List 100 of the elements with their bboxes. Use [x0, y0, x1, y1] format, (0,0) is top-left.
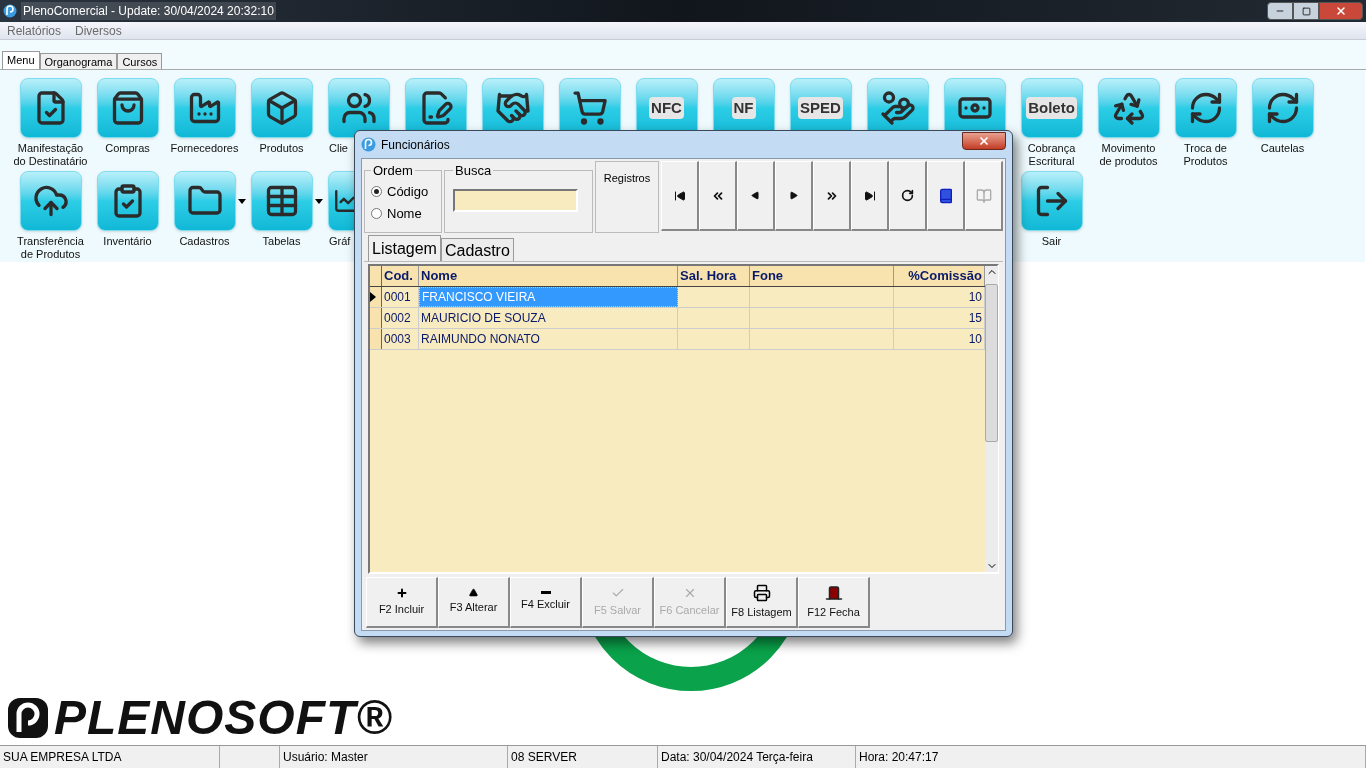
tile-label[interactable]: Fornecedores: [170, 142, 239, 155]
navigator-button[interactable]: [851, 161, 889, 231]
column-header[interactable]: Fone: [752, 266, 784, 286]
brand-logo-text: PLENOSOFT®: [54, 693, 393, 743]
tile-button[interactable]: [1097, 78, 1160, 138]
tile-icon-text: SPED: [798, 96, 843, 120]
tab[interactable]: Listagem: [368, 235, 441, 261]
first-icon: [673, 189, 686, 202]
tile-button[interactable]: [1251, 78, 1314, 138]
tile-label[interactable]: Sair: [1041, 235, 1062, 248]
tile-label[interactable]: Cadastros: [179, 235, 230, 248]
tile-label[interactable]: Manifestação do Destinatário: [13, 142, 88, 168]
minus-icon: [540, 591, 551, 595]
tile-label[interactable]: Produtos: [259, 142, 304, 155]
tile-button[interactable]: [1174, 78, 1237, 138]
tile-button[interactable]: [1020, 171, 1083, 231]
radio-button[interactable]: [371, 186, 382, 197]
tile-button[interactable]: [19, 171, 82, 231]
close-button[interactable]: [962, 131, 1006, 150]
open-book-icon: [975, 187, 992, 204]
menu-item[interactable]: Diversos: [75, 21, 122, 40]
app-logo-icon: [3, 4, 17, 18]
table-cell-text: FRANCISCO VIEIRA: [422, 289, 536, 306]
cloud-upload-icon: [32, 183, 69, 219]
column-header[interactable]: Cod.: [384, 266, 413, 286]
dialog-title: Funcionários: [381, 136, 450, 154]
close-icon: [1335, 5, 1347, 17]
left-triangle-icon: [751, 191, 760, 200]
action-button[interactable]: F4 Excluir: [510, 577, 582, 628]
close-icon: [978, 134, 990, 147]
tile-label[interactable]: Inventário: [103, 235, 152, 248]
scroll-thumb[interactable]: [985, 284, 998, 442]
tile-label[interactable]: Gráf: [320, 235, 351, 248]
navigator-button[interactable]: [661, 161, 699, 231]
column-header[interactable]: Sal. Hora: [680, 266, 737, 286]
status-text: Data: 30/04/2024 Terça-feira: [661, 749, 813, 766]
tile-label[interactable]: Troca de Produtos: [1183, 142, 1228, 168]
cart-icon: [571, 90, 608, 126]
tile-button[interactable]: [173, 171, 236, 231]
tile-button[interactable]: Boleto: [1020, 78, 1083, 138]
tile-button[interactable]: [173, 78, 236, 138]
row-pointer-icon: [370, 292, 376, 302]
window-title: PlenoComercial - Update: 30/04/2024 20:32:10: [21, 2, 276, 20]
table-cell-text: 0002: [384, 310, 411, 327]
column-header[interactable]: %Comissão: [908, 266, 982, 286]
table-row[interactable]: 0001 FRANCISCO VIEIRA 10: [370, 287, 985, 308]
tile-label[interactable]: Clie: [320, 142, 348, 155]
navigator-button[interactable]: [927, 161, 965, 231]
minimize-button[interactable]: [1267, 2, 1293, 20]
tile-icon-text: NFC: [649, 96, 684, 120]
tile-button[interactable]: [96, 171, 159, 231]
vertical-scrollbar[interactable]: [985, 266, 998, 572]
tile-button[interactable]: [19, 78, 82, 138]
hand-coins-icon: [879, 90, 916, 126]
action-button[interactable]: F8 Listagem: [726, 577, 798, 628]
tile-label[interactable]: Tabelas: [262, 235, 301, 248]
tab[interactable]: Cursos: [117, 53, 163, 69]
tile-button[interactable]: [250, 78, 313, 138]
tile-label[interactable]: Cautelas: [1260, 142, 1305, 155]
table-cell-text: RAIMUNDO NONATO: [421, 331, 540, 348]
action-button[interactable]: F3 Alterar: [438, 577, 510, 628]
status-text: Usuário: Master: [283, 749, 368, 766]
dropdown-caret-icon[interactable]: [314, 198, 323, 204]
maximize-button[interactable]: [1293, 2, 1319, 20]
tile-button[interactable]: [250, 171, 313, 231]
tile-button[interactable]: [327, 78, 390, 138]
close-button[interactable]: [1319, 2, 1363, 20]
tile-label[interactable]: Compras: [105, 142, 150, 155]
printer-icon: [752, 583, 771, 602]
table-cell-text: 15: [968, 310, 982, 327]
dropdown-caret-icon[interactable]: [237, 198, 246, 204]
action-button[interactable]: F2 Incluir: [366, 577, 438, 628]
tile-button[interactable]: [96, 78, 159, 138]
tab[interactable]: Organograma: [39, 53, 118, 69]
status-text: SUA EMPRESA LTDA: [3, 749, 122, 766]
handshake-icon: [494, 90, 531, 126]
table-row[interactable]: 0003 RAIMUNDO NONATO 10: [370, 329, 985, 350]
tab[interactable]: Menu: [2, 51, 40, 69]
radio-button[interactable]: [371, 208, 382, 219]
tile-label[interactable]: Cobrança Escritural: [1027, 142, 1076, 168]
tile-icon-text: Boleto: [1026, 96, 1077, 120]
radio-label[interactable]: Código: [387, 181, 429, 202]
status-text: Hora: 20:47:17: [859, 749, 939, 766]
column-header[interactable]: Nome: [421, 266, 458, 286]
search-field[interactable]: [453, 188, 578, 212]
plus-icon: [395, 586, 408, 599]
navigator-button[interactable]: [889, 161, 927, 231]
table-cell-text: 10: [968, 289, 982, 306]
table-cell-text: 0001: [384, 289, 411, 306]
tab[interactable]: Cadastro: [440, 238, 514, 261]
table-row[interactable]: 0002 MAURICIO DE SOUZA 15: [370, 308, 985, 329]
action-button[interactable]: F12 Fecha: [798, 577, 870, 628]
door-icon: [824, 583, 843, 602]
radio-label[interactable]: Nome: [387, 203, 422, 224]
group-legend: Busca: [453, 161, 494, 181]
maximize-icon: [1301, 6, 1311, 16]
tile-label[interactable]: Transferência de Produtos: [17, 235, 84, 261]
tile-label[interactable]: Movimento de produtos: [1099, 142, 1158, 168]
status-text: 08 SERVER: [511, 749, 577, 766]
menu-item[interactable]: Relatórios: [7, 21, 62, 40]
